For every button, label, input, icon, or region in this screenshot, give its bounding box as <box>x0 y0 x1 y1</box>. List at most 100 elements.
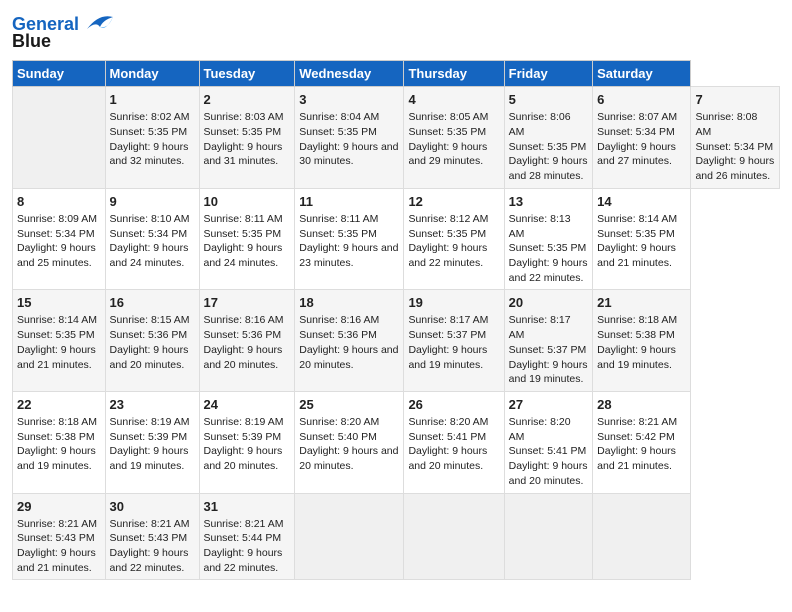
sunrise-text: Sunrise: 8:17 AM <box>408 314 488 326</box>
sunset-text: Sunset: 5:36 PM <box>299 329 377 341</box>
day-number: 30 <box>110 498 195 516</box>
calendar-week-row: 29 Sunrise: 8:21 AM Sunset: 5:43 PM Dayligh… <box>13 493 780 580</box>
sunrise-text: Sunrise: 8:11 AM <box>299 213 378 225</box>
daylight-text: Daylight: 9 hours and 24 minutes. <box>204 242 283 269</box>
sunset-text: Sunset: 5:35 PM <box>509 242 587 254</box>
logo-bird-icon <box>81 11 117 35</box>
calendar-cell: 3Sunrise: 8:04 AMSunset: 5:35 PMDaylight… <box>295 87 404 189</box>
calendar-cell: 16Sunrise: 8:15 AMSunset: 5:36 PMDayligh… <box>105 290 199 392</box>
day-number: 5 <box>509 91 588 109</box>
calendar-cell: 22Sunrise: 8:18 AMSunset: 5:38 PMDayligh… <box>13 391 106 493</box>
calendar-cell <box>404 493 504 580</box>
sunset-text: Sunset: 5:35 PM <box>408 228 486 240</box>
day-number: 28 <box>597 396 686 414</box>
calendar-cell: 20Sunrise: 8:17 AMSunset: 5:37 PMDayligh… <box>504 290 592 392</box>
sunrise-text: Sunrise: 8:17 AM <box>509 314 571 341</box>
daylight-text: Daylight: 9 hours and 19 minutes. <box>408 344 487 371</box>
calendar-cell: 10Sunrise: 8:11 AMSunset: 5:35 PMDayligh… <box>199 188 295 290</box>
sunset-text: Sunset: 5:43 PM <box>17 532 95 544</box>
day-number: 4 <box>408 91 499 109</box>
sunrise-text: Sunrise: 8:05 AM <box>408 111 488 123</box>
sunset-text: Sunset: 5:34 PM <box>597 126 675 138</box>
calendar-cell: 19Sunrise: 8:17 AMSunset: 5:37 PMDayligh… <box>404 290 504 392</box>
calendar-week-row: 15Sunrise: 8:14 AMSunset: 5:35 PMDayligh… <box>13 290 780 392</box>
calendar-cell: 30Sunrise: 8:21 AMSunset: 5:43 PMDayligh… <box>105 493 199 580</box>
day-number: 24 <box>204 396 291 414</box>
daylight-text: Daylight: 9 hours and 20 minutes. <box>110 344 189 371</box>
daylight-text: Daylight: 9 hours and 23 minutes. <box>299 242 398 269</box>
day-number: 11 <box>299 193 399 211</box>
header: General Blue <box>12 10 780 52</box>
logo: General Blue <box>12 14 117 52</box>
sunset-text: Sunset: 5:38 PM <box>17 431 95 443</box>
calendar-cell: 9Sunrise: 8:10 AMSunset: 5:34 PMDaylight… <box>105 188 199 290</box>
daylight-text: Daylight: 9 hours and 22 minutes. <box>408 242 487 269</box>
sunrise-text: Sunrise: 8:20 AM <box>408 416 488 428</box>
calendar-header-row: SundayMondayTuesdayWednesdayThursdayFrid… <box>13 61 780 87</box>
sunrise-text: Sunrise: 8:13 AM <box>509 213 571 240</box>
daylight-text: Daylight: 9 hours and 20 minutes. <box>509 460 588 487</box>
sunrise-text: Sunrise: 8:14 AM <box>17 314 97 326</box>
day-number: 13 <box>509 193 588 211</box>
day-number: 2 <box>204 91 291 109</box>
sunrise-text: Sunrise: 8:21 AM <box>597 416 677 428</box>
daylight-text: Daylight: 9 hours and 28 minutes. <box>509 155 588 182</box>
sunrise-text: Sunrise: 8:12 AM <box>408 213 488 225</box>
day-number: 21 <box>597 294 686 312</box>
day-number: 10 <box>204 193 291 211</box>
sunset-text: Sunset: 5:36 PM <box>204 329 282 341</box>
day-number: 23 <box>110 396 195 414</box>
day-number: 27 <box>509 396 588 414</box>
calendar-cell: 18Sunrise: 8:16 AMSunset: 5:36 PMDayligh… <box>295 290 404 392</box>
sunrise-text: Sunrise: 8:21 AM <box>17 518 97 530</box>
daylight-text: Daylight: 9 hours and 20 minutes. <box>204 445 283 472</box>
calendar-cell: 31 Sunrise: 8:21 AM Sunset: 5:44 PM Dayligh… <box>199 493 295 580</box>
sunrise-text: Sunrise: 8:11 AM <box>204 213 283 225</box>
daylight-text: Daylight: 9 hours and 20 minutes. <box>299 445 398 472</box>
sunset-text: Sunset: 5:36 PM <box>110 329 188 341</box>
day-number: 3 <box>299 91 399 109</box>
sunset-text: Sunset: 5:35 PM <box>509 141 587 153</box>
sunset-text: Sunset: 5:35 PM <box>17 329 95 341</box>
header-friday: Friday <box>504 61 592 87</box>
calendar-cell: 5 Sunrise: 8:06 AM Sunset: 5:35 PM Daylight… <box>504 87 592 189</box>
calendar-cell: 17Sunrise: 8:16 AMSunset: 5:36 PMDayligh… <box>199 290 295 392</box>
calendar-cell: 24Sunrise: 8:19 AMSunset: 5:39 PMDayligh… <box>199 391 295 493</box>
sunset-text: Sunset: 5:34 PM <box>17 228 95 240</box>
daylight-text: Daylight: 9 hours and 20 minutes. <box>408 445 487 472</box>
calendar-cell: 28 Sunrise: 8:21 AM Sunset: 5:42 PM Dayligh… <box>593 391 691 493</box>
daylight-text: Daylight: 9 hours and 21 minutes. <box>597 445 676 472</box>
daylight-text: Daylight: 9 hours and 21 minutes. <box>597 242 676 269</box>
day-number: 8 <box>17 193 101 211</box>
header-wednesday: Wednesday <box>295 61 404 87</box>
daylight-text: Daylight: 9 hours and 25 minutes. <box>17 242 96 269</box>
daylight-text: Daylight: 9 hours and 22 minutes. <box>204 547 283 574</box>
daylight-text: Daylight: 9 hours and 19 minutes. <box>509 359 588 386</box>
sunrise-text: Sunrise: 8:06 AM <box>509 111 571 138</box>
calendar-week-row: 1Sunrise: 8:02 AMSunset: 5:35 PMDaylight… <box>13 87 780 189</box>
sunset-text: Sunset: 5:44 PM <box>204 532 282 544</box>
daylight-text: Daylight: 9 hours and 19 minutes. <box>110 445 189 472</box>
calendar-cell: 26Sunrise: 8:20 AMSunset: 5:41 PMDayligh… <box>404 391 504 493</box>
sunrise-text: Sunrise: 8:21 AM <box>110 518 190 530</box>
calendar-cell: 1Sunrise: 8:02 AMSunset: 5:35 PMDaylight… <box>105 87 199 189</box>
day-number: 7 <box>695 91 775 109</box>
sunrise-text: Sunrise: 8:20 AM <box>509 416 571 443</box>
day-number: 12 <box>408 193 499 211</box>
daylight-text: Daylight: 9 hours and 22 minutes. <box>110 547 189 574</box>
calendar-cell: 12 Sunrise: 8:12 AM Sunset: 5:35 PM Dayligh… <box>404 188 504 290</box>
day-number: 26 <box>408 396 499 414</box>
sunrise-text: Sunrise: 8:21 AM <box>204 518 284 530</box>
sunset-text: Sunset: 5:42 PM <box>597 431 675 443</box>
calendar-cell: 13Sunrise: 8:13 AMSunset: 5:35 PMDayligh… <box>504 188 592 290</box>
day-number: 29 <box>17 498 101 516</box>
daylight-text: Daylight: 9 hours and 20 minutes. <box>299 344 398 371</box>
daylight-text: Daylight: 9 hours and 21 minutes. <box>17 547 96 574</box>
header-saturday: Saturday <box>593 61 691 87</box>
day-number: 31 <box>204 498 291 516</box>
daylight-text: Daylight: 9 hours and 32 minutes. <box>110 141 189 168</box>
sunset-text: Sunset: 5:35 PM <box>408 126 486 138</box>
day-number: 9 <box>110 193 195 211</box>
calendar-cell <box>504 493 592 580</box>
daylight-text: Daylight: 9 hours and 19 minutes. <box>17 445 96 472</box>
